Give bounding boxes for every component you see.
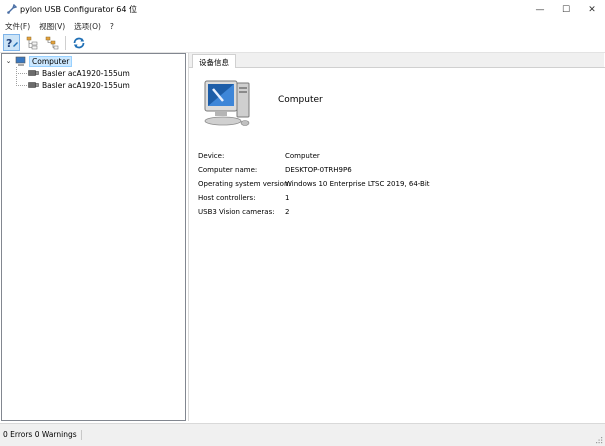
tab-strip: 设备信息 — [189, 53, 605, 69]
refresh-button[interactable] — [70, 34, 87, 51]
toolbar: ? — [0, 33, 605, 53]
camera-icon — [28, 82, 39, 88]
info-value-computer-name: DESKTOP-0TRH9P6 — [285, 166, 352, 174]
tree-view-icon — [26, 36, 37, 49]
window-title: pylon USB Configurator 64 位 — [20, 5, 138, 14]
device-heading: Computer — [278, 95, 323, 105]
collapse-chevron-icon[interactable]: ⌄ — [4, 57, 13, 66]
tree-item-label: Computer — [29, 55, 73, 67]
menu-bar: 文件(F) 视图(V) 选项(O) ? — [0, 19, 605, 33]
computer-icon — [15, 56, 26, 66]
status-bar: 0 Errors 0 Warnings — [0, 423, 605, 446]
pylon-app-icon — [5, 4, 17, 16]
menu-file[interactable]: 文件(F) — [5, 21, 30, 32]
refresh-icon — [73, 37, 84, 48]
tree-item-label: Basler acA1920-155um — [42, 68, 130, 78]
tree-connector — [16, 67, 17, 86]
svg-text:?: ? — [6, 37, 12, 50]
maximize-button[interactable]: ☐ — [553, 0, 579, 19]
minimize-button[interactable]: — — [527, 0, 553, 19]
title-bar: pylon USB Configurator 64 位 — ☐ ✕ — [0, 0, 605, 19]
device-info-page: Computer Device: Computer Computer name:… — [189, 68, 605, 421]
info-label-device: Device: — [198, 152, 225, 160]
tree-connector — [16, 85, 27, 86]
tree-view-button[interactable] — [23, 34, 40, 51]
info-value-usb3-cameras: 2 — [285, 208, 290, 216]
tree-item-label: Basler acA1920-155um — [42, 80, 130, 90]
help-button[interactable]: ? — [3, 34, 20, 51]
tree-detail-button[interactable] — [43, 34, 60, 51]
info-value-device: Computer — [285, 152, 320, 160]
toolbar-separator — [65, 35, 66, 50]
camera-icon — [28, 70, 39, 76]
info-value-host-controllers: 1 — [285, 194, 290, 202]
tree-item-camera[interactable]: Basler acA1920-155um — [28, 79, 130, 91]
close-button[interactable]: ✕ — [579, 0, 605, 19]
computer-large-icon — [204, 80, 250, 126]
status-errors-warnings: 0 Errors 0 Warnings — [3, 430, 82, 440]
menu-help[interactable]: ? — [110, 22, 114, 31]
info-label-os-version: Operating system version: — [198, 180, 291, 188]
menu-view[interactable]: 视图(V) — [39, 21, 65, 32]
resize-grip-icon[interactable] — [595, 436, 603, 444]
tab-device-info[interactable]: 设备信息 — [192, 54, 236, 69]
info-value-os-version: Windows 10 Enterprise LTSC 2019, 64-Bit — [285, 180, 430, 188]
info-label-usb3-cameras: USB3 Vision cameras: — [198, 208, 275, 216]
detail-panel: 设备信息 Computer Device: Computer Computer … — [188, 53, 605, 421]
tree-detail-icon — [45, 36, 58, 49]
tree-item-camera[interactable]: Basler acA1920-155um — [28, 67, 130, 79]
device-tree[interactable]: ⌄ Computer Basler acA1920-155um Basler a… — [1, 53, 186, 421]
tree-item-computer[interactable]: ⌄ Computer — [4, 55, 73, 67]
info-label-computer-name: Computer name: — [198, 166, 258, 174]
tree-connector — [16, 73, 27, 74]
help-icon: ? — [6, 37, 18, 50]
info-label-host-controllers: Host controllers: — [198, 194, 256, 202]
menu-options[interactable]: 选项(O) — [74, 21, 101, 32]
